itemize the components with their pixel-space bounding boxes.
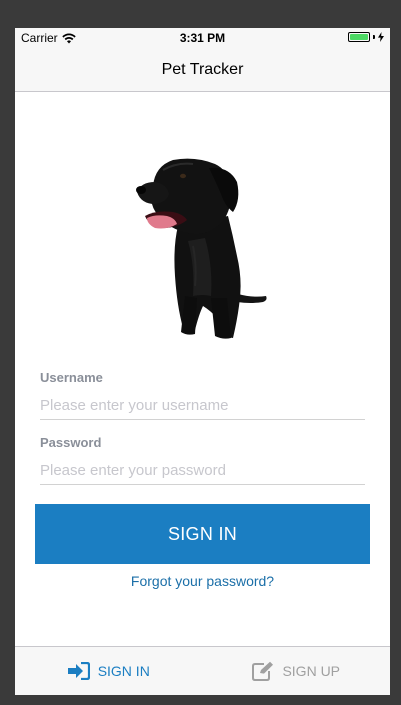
username-label: Username: [40, 370, 103, 385]
tab-sign-up[interactable]: SIGN UP: [203, 647, 391, 695]
charging-bolt-icon: [378, 32, 384, 42]
username-input[interactable]: [40, 392, 365, 420]
app-screen: Carrier 3:31 PM Pet Tracker Username Ple…: [15, 28, 390, 695]
navigation-bar: Pet Tracker: [15, 48, 390, 92]
status-bar: Carrier 3:31 PM: [15, 28, 390, 48]
edit-icon: [252, 661, 274, 681]
tab-bar: SIGN IN SIGN UP: [15, 646, 390, 695]
tab-sign-up-label: SIGN UP: [282, 663, 341, 679]
password-field-group: Password: [40, 435, 365, 485]
username-field-group: Username: [40, 370, 365, 420]
password-label: Password: [40, 435, 102, 450]
password-input[interactable]: [40, 457, 365, 485]
tab-sign-in[interactable]: SIGN IN: [15, 647, 203, 695]
status-time: 3:31 PM: [179, 31, 226, 45]
page-title: Pet Tracker: [161, 61, 244, 78]
dog-image: [133, 146, 273, 341]
sign-in-button[interactable]: SIGN IN: [35, 504, 370, 564]
tab-sign-in-label: SIGN IN: [97, 663, 150, 679]
sign-in-icon: [67, 662, 90, 680]
status-battery: [348, 32, 384, 42]
forgot-password-link[interactable]: Forgot your password?: [15, 573, 390, 589]
battery-icon: [348, 32, 370, 42]
